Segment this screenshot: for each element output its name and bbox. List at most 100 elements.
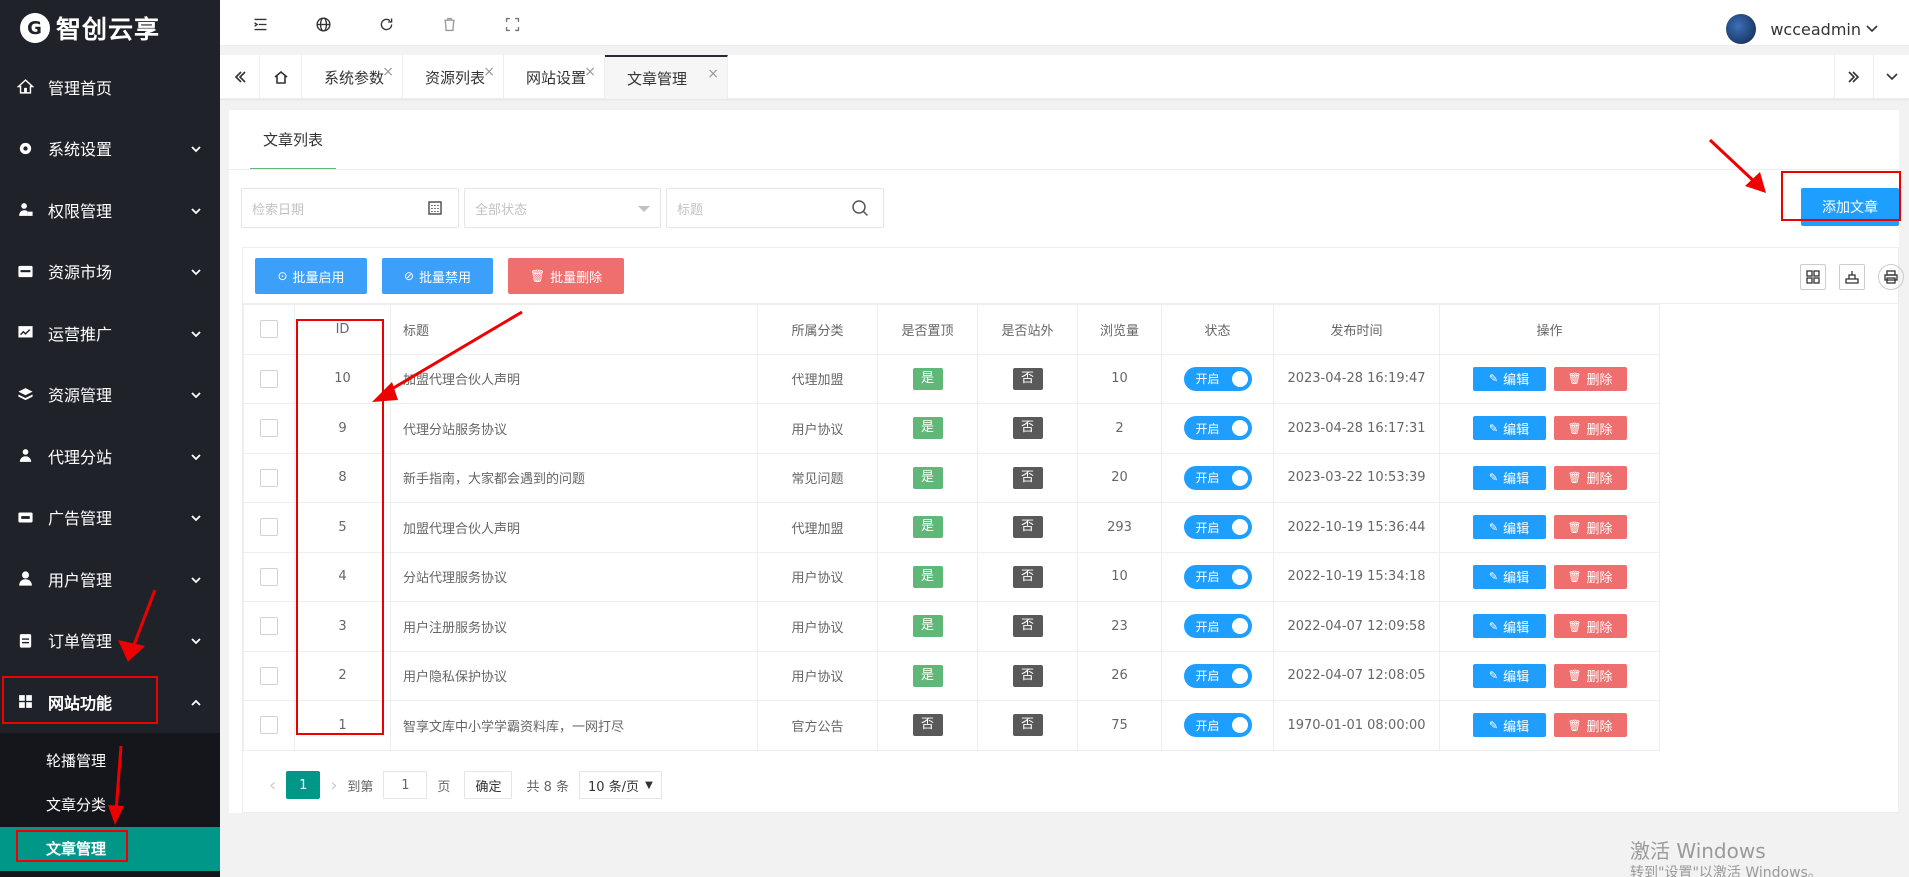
row-checkbox[interactable] — [260, 468, 278, 487]
sidebar-item-marketing[interactable]: 运营推广 — [0, 302, 220, 364]
sidebar-item-users[interactable]: 用户管理 — [0, 548, 220, 610]
status-toggle[interactable]: 开启 — [1183, 416, 1252, 441]
close-icon[interactable]: × — [584, 64, 596, 80]
date-search-input[interactable]: 检索日期 — [241, 188, 459, 228]
prev-page-icon[interactable]: ‹ — [269, 775, 276, 796]
status-toggle[interactable]: 开启 — [1183, 564, 1252, 589]
collapse-menu-icon[interactable] — [250, 14, 270, 34]
select-all-cell[interactable] — [243, 304, 295, 355]
status-toggle[interactable]: 开启 — [1183, 366, 1252, 391]
status-select[interactable]: 全部状态 — [464, 188, 661, 228]
export-icon[interactable] — [1839, 264, 1865, 290]
tabs-menu-chevron-icon[interactable] — [1874, 55, 1909, 99]
trash-icon: 🗑 — [1567, 619, 1582, 633]
sidebar-item-resource-market[interactable]: 资源市场 — [0, 241, 220, 303]
row-select-cell[interactable] — [243, 502, 295, 553]
cell-id: 10 — [294, 353, 391, 404]
next-page-icon[interactable]: › — [330, 775, 337, 796]
status-toggle[interactable]: 开启 — [1183, 515, 1252, 540]
sidebar-item-home[interactable]: 管理首页 — [0, 56, 220, 118]
sidebar-item-resource-management[interactable]: 资源管理 — [0, 364, 220, 426]
row-checkbox[interactable] — [260, 369, 278, 388]
delete-button[interactable]: 🗑 删除 — [1553, 465, 1627, 490]
delete-button[interactable]: 🗑 删除 — [1553, 515, 1627, 540]
sidebar-item-orders[interactable]: 订单管理 — [0, 610, 220, 672]
page-number-input[interactable]: 1 — [383, 771, 428, 799]
close-icon[interactable]: × — [707, 66, 719, 82]
sidebar-item-permissions[interactable]: 权限管理 — [0, 179, 220, 241]
row-checkbox[interactable] — [260, 617, 278, 636]
tab-site-settings[interactable]: 网站设置 × — [504, 55, 605, 99]
cell-actions: ✎ 编辑 🗑 删除 — [1439, 403, 1660, 454]
user-menu[interactable]: wcceadmin — [1726, 14, 1879, 44]
row-select-cell[interactable] — [243, 601, 295, 652]
chart-icon — [16, 324, 34, 342]
refresh-icon[interactable] — [376, 14, 396, 34]
row-checkbox[interactable] — [260, 419, 278, 438]
row-checkbox[interactable] — [260, 716, 278, 735]
sidebar-subitem-carousel[interactable]: 轮播管理 — [0, 739, 220, 783]
row-checkbox[interactable] — [260, 567, 278, 586]
tabs-scroll-left-icon[interactable] — [220, 55, 260, 99]
print-icon[interactable] — [1878, 264, 1904, 290]
tabs-scroll-right-icon[interactable] — [1834, 55, 1874, 99]
sidebar-item-system-settings[interactable]: 系统设置 — [0, 118, 220, 180]
delete-button[interactable]: 🗑 删除 — [1553, 564, 1627, 589]
edit-button[interactable]: ✎ 编辑 — [1472, 614, 1546, 639]
confirm-page-button[interactable]: 确定 — [464, 771, 513, 799]
status-toggle[interactable]: 开启 — [1183, 465, 1252, 490]
edit-button[interactable]: ✎ 编辑 — [1472, 465, 1546, 490]
delete-button[interactable]: 🗑 删除 — [1553, 713, 1627, 738]
tab-article-list[interactable]: 文章列表 — [250, 110, 336, 170]
bulk-disable-button[interactable]: ⊘ 批量禁用 — [382, 258, 493, 294]
edit-button[interactable]: ✎ 编辑 — [1472, 564, 1546, 589]
sidebar-item-site-features[interactable]: 网站功能 — [0, 671, 220, 733]
status-toggle[interactable]: 开启 — [1183, 614, 1252, 639]
columns-filter-icon[interactable] — [1800, 264, 1826, 290]
status-toggle[interactable]: 开启 — [1183, 663, 1252, 688]
status-toggle[interactable]: 开启 — [1183, 713, 1252, 738]
row-select-cell[interactable] — [243, 403, 295, 454]
delete-button[interactable]: 🗑 删除 — [1553, 416, 1627, 441]
current-page[interactable]: 1 — [286, 771, 321, 799]
row-select-cell[interactable] — [243, 700, 295, 751]
fullscreen-icon[interactable] — [502, 14, 522, 34]
delete-button[interactable]: 🗑 删除 — [1553, 663, 1627, 688]
bulk-enable-button[interactable]: ⊙ 批量启用 — [255, 258, 367, 294]
page-size-select[interactable]: 10 条/页 ▼ — [579, 771, 662, 799]
row-select-cell[interactable] — [243, 551, 295, 602]
delete-button[interactable]: 🗑 删除 — [1553, 366, 1627, 391]
add-article-button[interactable]: 添加文章 — [1801, 188, 1899, 226]
avatar — [1726, 14, 1757, 44]
tab-resource-list[interactable]: 资源列表 × — [403, 55, 504, 99]
sidebar-subitem-article-category[interactable]: 文章分类 — [0, 783, 220, 827]
sidebar-item-ads[interactable]: 广告管理 — [0, 487, 220, 549]
row-select-cell[interactable] — [243, 353, 295, 404]
search-icon[interactable] — [851, 199, 869, 221]
edit-button[interactable]: ✎ 编辑 — [1472, 713, 1546, 738]
globe-icon[interactable] — [313, 14, 333, 34]
edit-button[interactable]: ✎ 编辑 — [1472, 416, 1546, 441]
edit-label: 编辑 — [1503, 521, 1530, 537]
edit-button[interactable]: ✎ 编辑 — [1472, 515, 1546, 540]
bulk-delete-button[interactable]: 🗑 批量删除 — [508, 258, 624, 294]
sidebar-item-agent-sites[interactable]: 代理分站 — [0, 425, 220, 487]
close-icon[interactable]: × — [483, 64, 495, 80]
select-all-checkbox[interactable] — [260, 320, 278, 339]
trash-icon[interactable] — [439, 14, 459, 34]
title-search-input[interactable]: 标题 — [666, 188, 884, 228]
tab-system-params[interactable]: 系统参数 × — [302, 55, 403, 99]
edit-button[interactable]: ✎ 编辑 — [1472, 366, 1546, 391]
edit-button[interactable]: ✎ 编辑 — [1472, 663, 1546, 688]
tab-home-icon[interactable] — [260, 55, 302, 99]
table-row: 4 分站代理服务协议 用户协议 是 否 10 开启 2022-10-19 15:34:18 ✎ 编… — [243, 551, 1660, 602]
row-checkbox[interactable] — [260, 518, 278, 537]
row-select-cell[interactable] — [243, 452, 295, 503]
sidebar-subitem-article-management[interactable]: 文章管理 — [0, 826, 220, 871]
cell-external: 否 — [977, 403, 1078, 454]
close-icon[interactable]: × — [382, 64, 394, 80]
row-checkbox[interactable] — [260, 666, 278, 685]
delete-button[interactable]: 🗑 删除 — [1553, 614, 1627, 639]
row-select-cell[interactable] — [243, 650, 295, 701]
tab-article-management[interactable]: 文章管理 × — [605, 55, 728, 99]
